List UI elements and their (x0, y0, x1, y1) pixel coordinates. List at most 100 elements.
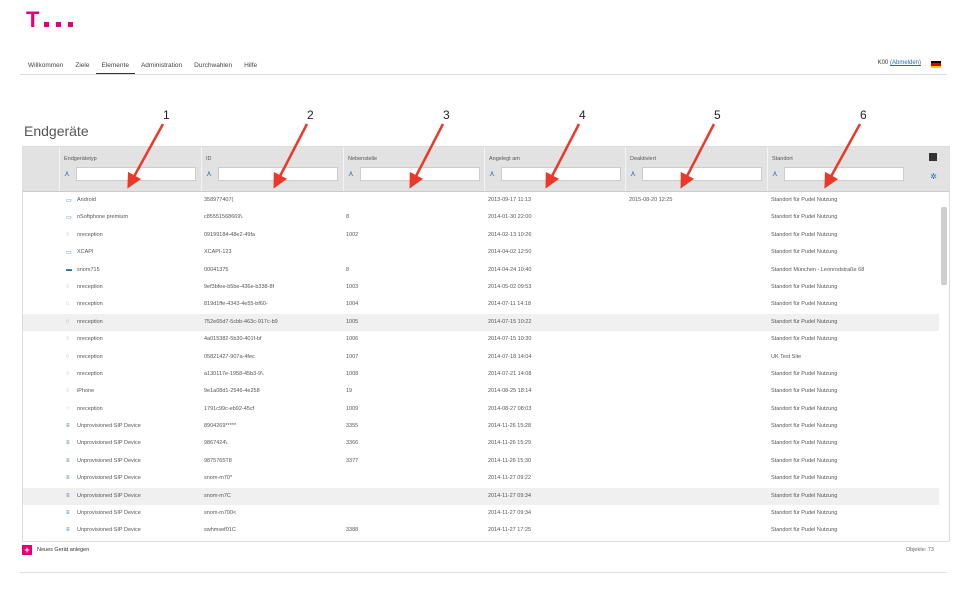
nav-item-willkommen[interactable]: Willkommen (22, 60, 69, 74)
cell-ext: 1002 (346, 231, 359, 238)
cell-ext: 19 (346, 388, 353, 395)
table-row[interactable]: ◌ nreception 4a015382-5b30-401f-bf 1006 2014… (23, 331, 939, 348)
table-row[interactable]: ≡ Unprovisioned SIP Device snom-m70* 2014-1… (23, 470, 939, 487)
phone-icon: ▬ (66, 266, 72, 273)
column-label: Standort (772, 156, 793, 162)
column-header-id[interactable]: ID ⋏ (201, 147, 342, 191)
filter-icon[interactable]: ⋏ (206, 169, 212, 178)
cell-id: 9875765T8 (204, 457, 232, 464)
filter-input-id[interactable] (218, 167, 338, 181)
reception-icon: ◌ (66, 231, 70, 238)
cell-created: 2014-11-27 09:34 (488, 492, 532, 499)
cell-id: 00041375 (204, 266, 229, 273)
cell-loc: Standort für Pudel Nutzung (771, 231, 838, 238)
cell-ext: 3355 (346, 423, 359, 430)
cell-created: 2014-07-15 10:22 (488, 318, 532, 325)
cell-created: 2014-11-26 15:28 (488, 423, 532, 430)
table-row[interactable]: ≡ Unprovisioned SIP Device 9875765T8 3377 20… (23, 453, 939, 470)
cell-created: 2014-11-26 15:30 (488, 457, 532, 464)
cell-id: 1791c99c-eb92-45cf (204, 405, 255, 412)
gear-icon[interactable]: ✲ (930, 172, 937, 181)
cell-loc: Standort für Pudel Nutzung (771, 214, 838, 221)
cell-id: c85551568669\. (204, 214, 244, 221)
table-row[interactable]: ≡ Unprovisioned SIP Device snom-m7C 2014-11… (23, 487, 939, 506)
filter-icon[interactable]: ⋏ (348, 169, 354, 178)
nav-item-hilfe[interactable]: Hilfe (238, 60, 263, 74)
table-row[interactable]: ≡ Unprovisioned SIP Device 8904269***** 335… (23, 418, 939, 435)
cell-ext: 8 (346, 214, 350, 221)
column-header-deactivated[interactable]: Deaktiviert ⋏ (625, 147, 766, 191)
table-row[interactable]: ≡ Unprovisioned SIP Device 9867424\. 3366 20… (23, 435, 939, 452)
cell-ext: 3388 (346, 527, 359, 534)
cell-created: 2014-11-27 17:25 (488, 527, 532, 534)
cell-loc: Standort München - Leonrodstraße 68 (771, 266, 865, 273)
cell-type: nreception (77, 318, 103, 325)
cell-created: 2014-11-26 15:29 (488, 440, 532, 447)
filter-input-type[interactable] (76, 167, 196, 181)
filter-icon[interactable]: ⋏ (772, 169, 778, 178)
column-header-created[interactable]: Angelegt am ⋏ (484, 147, 625, 191)
nav-item-elemente[interactable]: Elemente (95, 60, 135, 74)
table-row[interactable]: ◌ nreception 1791c99c-eb92-45cf 1009 2014-08… (23, 401, 939, 418)
table-row[interactable]: ◌ nreception 9ef3bfee-b5be-436e-b338-8f 100… (23, 279, 939, 296)
table-row[interactable]: ◌ nreception 05821427-907a-4fec 1007 2014-07… (23, 349, 939, 366)
table-row[interactable]: ◌ nreception 752e65d7-5cbb-463c-917c-b9 100… (23, 313, 939, 332)
filter-icon[interactable]: ⋏ (64, 169, 70, 178)
table-row[interactable]: ◌ iPhone 9e1a08d1-2546-4e258 19 2014-08-25 1… (23, 383, 939, 400)
annotation-number: 3 (443, 108, 450, 122)
scrollbar[interactable] (941, 195, 947, 539)
cell-id: snom-m70* (204, 475, 233, 482)
table-row[interactable]: ◌ nreception a130117e-1958-45b3-9\. 1008 201… (23, 366, 939, 383)
cell-created: 2014-08-27 08:03 (488, 405, 532, 412)
table-row[interactable]: ≡ Unprovisioned SIP Device snom-m700< 2014-… (23, 505, 939, 522)
german-flag-icon[interactable] (931, 61, 941, 68)
sip-icon: ≡ (66, 423, 70, 430)
add-device-icon[interactable]: + (22, 545, 32, 555)
cell-id: 9e1a08d1-2546-4e258 (204, 388, 260, 395)
grid-rows: ▭ Android 358977407(2013-09-17 11:13 2015-0… (23, 192, 939, 540)
cell-created: 2014-04-24 10:40 (488, 266, 532, 273)
cell-loc: Standort für Pudel Nutzung (771, 197, 838, 203)
column-header-type[interactable]: Endgerätetyp ⋏ (59, 147, 200, 191)
filter-input-extension[interactable] (360, 167, 480, 181)
table-row[interactable]: ▭ nSoftphone premium c85551568669\. 8 2014-0… (23, 209, 939, 226)
cell-id: 09199184-48e2-49fa (204, 231, 256, 238)
annotation-number: 4 (579, 108, 586, 122)
add-device-button[interactable]: Neues Gerät anlegen (37, 547, 89, 553)
annotation-number: 6 (860, 108, 867, 122)
column-header-location[interactable]: Standort ⋏ (767, 147, 908, 191)
table-row[interactable]: ▭ Android 358977407(2013-09-17 11:13 2015-0… (23, 192, 939, 209)
reception-icon: ◌ (66, 353, 70, 360)
column-header-extension[interactable]: Nebenstelle ⋏ (343, 147, 484, 191)
cell-created: 2014-02-13 10:26 (488, 231, 532, 238)
filter-input-deactivated[interactable] (642, 167, 762, 181)
cell-created: 2014-11-27 09:22 (488, 475, 532, 482)
cell-type: nSoftphone premium (77, 214, 129, 221)
cell-created: 2014-08-25 18:14 (488, 388, 532, 395)
nav-item-administration[interactable]: Administration (135, 60, 188, 74)
filter-icon[interactable]: ⋏ (489, 169, 495, 178)
cell-id: 9867424\. (204, 440, 229, 447)
cell-loc: Standort für Pudel Nutzung (771, 283, 838, 290)
column-settings-icon[interactable] (929, 153, 937, 161)
nav-item-durchwahlen[interactable]: Durchwahlen (188, 60, 238, 74)
sip-icon: ≡ (66, 475, 70, 482)
table-row[interactable]: ≡ Unprovisioned SIP Device swhmsef01C 3388 2… (23, 522, 939, 539)
cell-type: Unprovisioned SIP Device (77, 457, 141, 464)
table-row[interactable]: ◌ nreception 09199184-48e2-49fa 1002 2014-02… (23, 227, 939, 244)
filter-input-location[interactable] (784, 167, 904, 181)
cell-loc: Standort für Pudel Nutzung (771, 475, 838, 482)
table-row[interactable]: ▬ snom715 00041375 8 2014-04-24 10:40 Standor… (23, 262, 939, 279)
filter-icon[interactable]: ⋏ (630, 169, 636, 178)
logout-link[interactable]: (Abmelden) (890, 60, 921, 66)
scrollbar-thumb[interactable] (941, 207, 947, 285)
table-row[interactable]: ▭ XCAPI XCAPI-123 2014-04-02 12:50 Standort … (23, 244, 939, 261)
filter-input-created[interactable] (501, 167, 621, 181)
cell-loc: Standort für Pudel Nutzung (771, 440, 838, 447)
nav-item-ziele[interactable]: Ziele (69, 60, 95, 74)
reception-icon: ◌ (66, 388, 70, 395)
cell-type: nreception (77, 353, 103, 360)
table-row[interactable]: ◌ nreception 819d1ffe-4343-4e55-bf60- 1004 2… (23, 296, 939, 313)
cell-id: snom-m700< (204, 510, 237, 517)
cell-ext: 1007 (346, 353, 359, 360)
